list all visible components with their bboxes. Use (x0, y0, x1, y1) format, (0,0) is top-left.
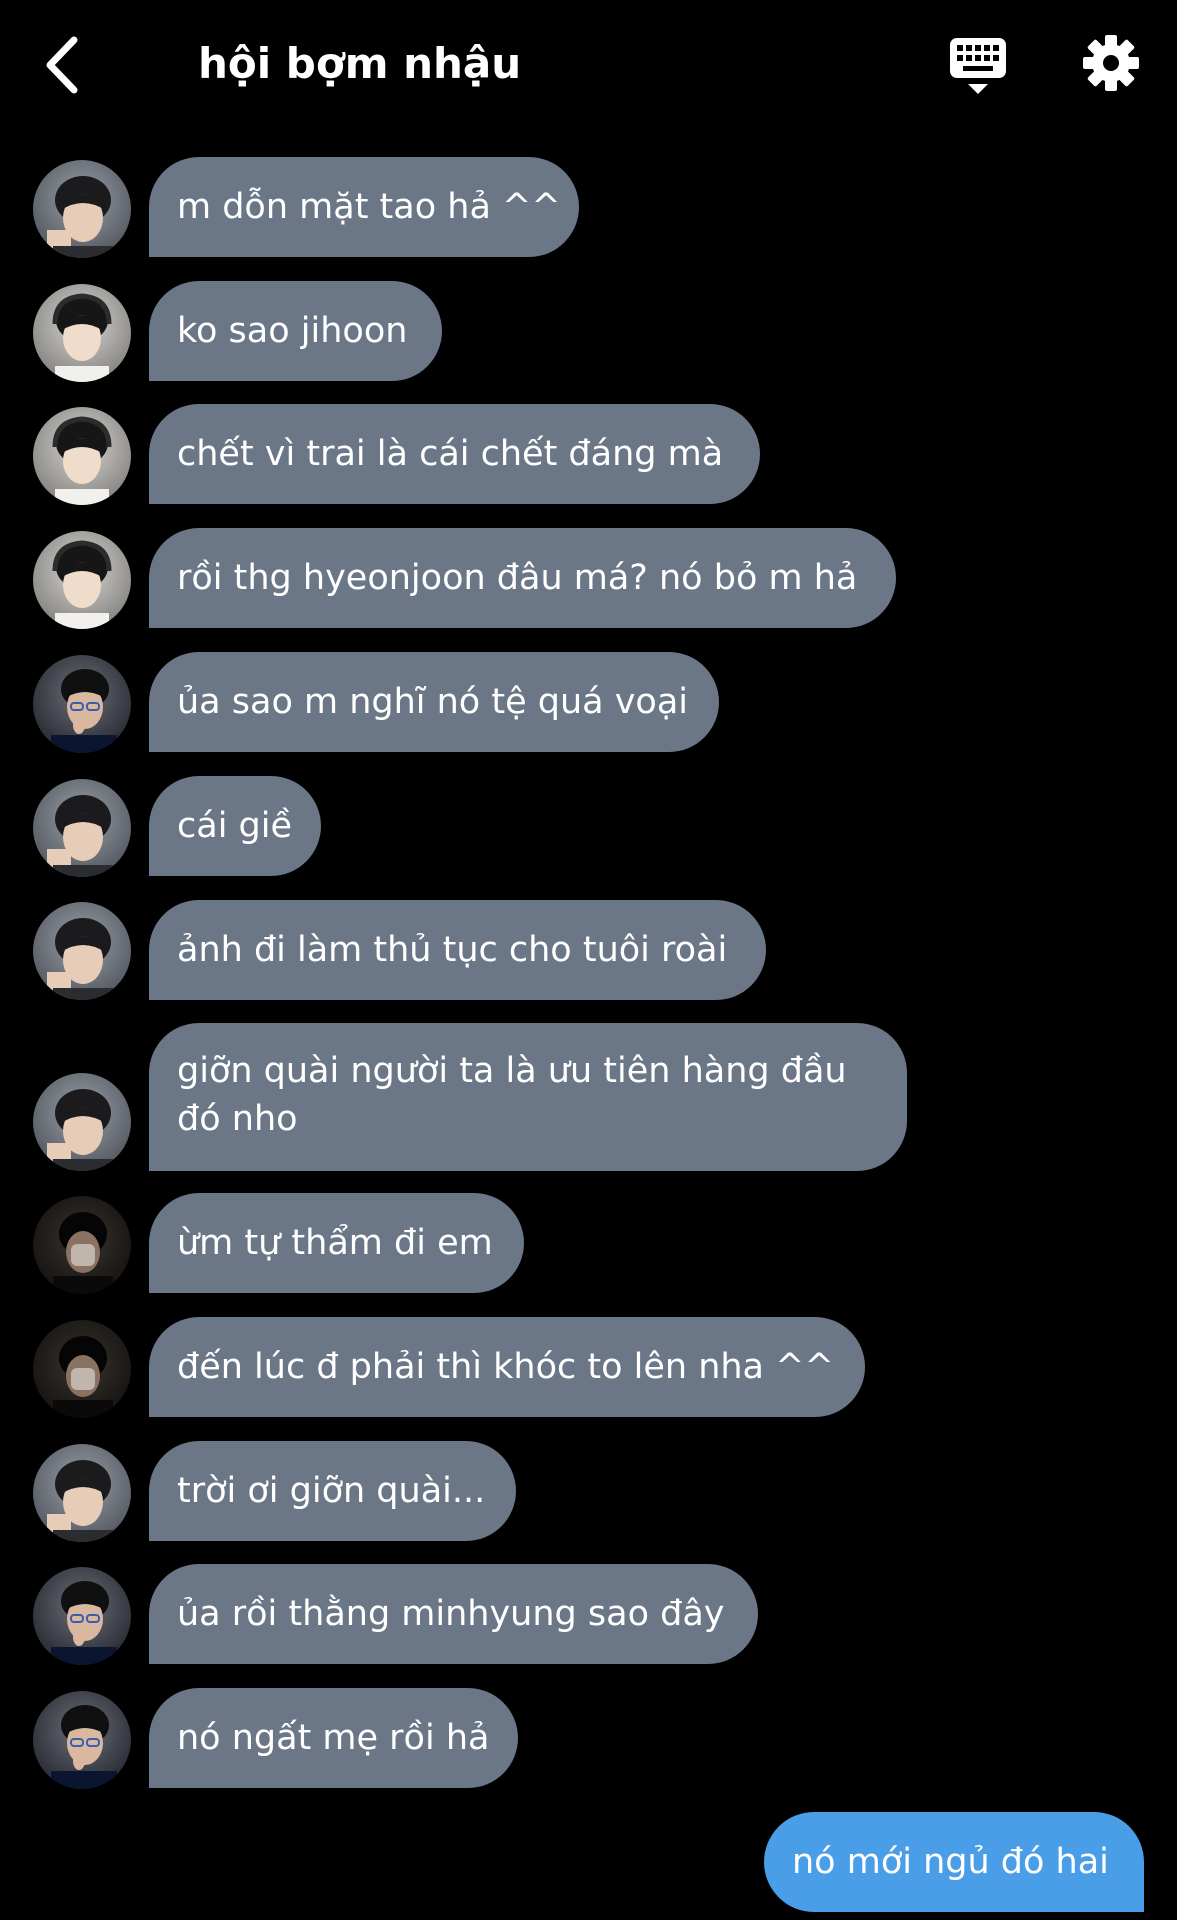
avatar[interactable] (33, 531, 131, 629)
avatar-photo-a (33, 160, 131, 258)
avatar[interactable] (33, 160, 131, 258)
message-bubble[interactable]: cái giề (149, 776, 321, 876)
avatar[interactable] (33, 1196, 131, 1294)
avatar[interactable] (33, 1691, 131, 1789)
message-bubble[interactable]: chết vì trai là cái chết đáng mà (149, 404, 760, 504)
message-bubble[interactable]: m dỗn mặt tao hả ^^ (149, 157, 579, 257)
avatar[interactable] (33, 1444, 131, 1542)
avatar[interactable] (33, 902, 131, 1000)
avatar-photo-a (33, 1444, 131, 1542)
message-list[interactable]: m dỗn mặt tao hả ^^ ko sao jihoon chết v… (0, 0, 1177, 1920)
message-bubble[interactable]: ảnh đi làm thủ tục cho tuôi roài (149, 900, 766, 1000)
avatar[interactable] (33, 655, 131, 753)
avatar-photo-a (33, 902, 131, 1000)
avatar-photo-b (33, 531, 131, 629)
avatar-photo-a (33, 1073, 131, 1171)
message-bubble[interactable]: ủa rồi thằng minhyung sao đây (149, 1564, 758, 1664)
message-bubble[interactable]: nó ngất mẹ rồi hả (149, 1688, 518, 1788)
message-bubble[interactable]: giỡn quài người ta là ưu tiên hàng đầu đ… (149, 1023, 907, 1171)
avatar[interactable] (33, 407, 131, 505)
avatar[interactable] (33, 1320, 131, 1418)
avatar-photo-d (33, 1196, 131, 1294)
message-bubble[interactable]: ko sao jihoon (149, 281, 442, 381)
avatar[interactable] (33, 1567, 131, 1665)
avatar-photo-c (33, 1567, 131, 1665)
avatar[interactable] (33, 284, 131, 382)
message-bubble[interactable]: ừm tự thẩm đi em (149, 1193, 524, 1293)
avatar-photo-d (33, 1320, 131, 1418)
avatar-photo-c (33, 655, 131, 753)
avatar-photo-c (33, 1691, 131, 1789)
avatar-photo-a (33, 779, 131, 877)
avatar[interactable] (33, 1073, 131, 1171)
message-bubble[interactable]: rồi thg hyeonjoon đâu má? nó bỏ m hả (149, 528, 896, 628)
message-bubble[interactable]: trời ơi giỡn quài... (149, 1441, 516, 1541)
message-bubble[interactable]: ủa sao m nghĩ nó tệ quá voại (149, 652, 719, 752)
avatar-photo-b (33, 284, 131, 382)
avatar[interactable] (33, 779, 131, 877)
avatar-photo-b (33, 407, 131, 505)
sent-message-bubble[interactable]: nó mới ngủ đó hai (764, 1812, 1144, 1912)
message-bubble[interactable]: đến lúc đ phải thì khóc to lên nha ^^ (149, 1317, 865, 1417)
